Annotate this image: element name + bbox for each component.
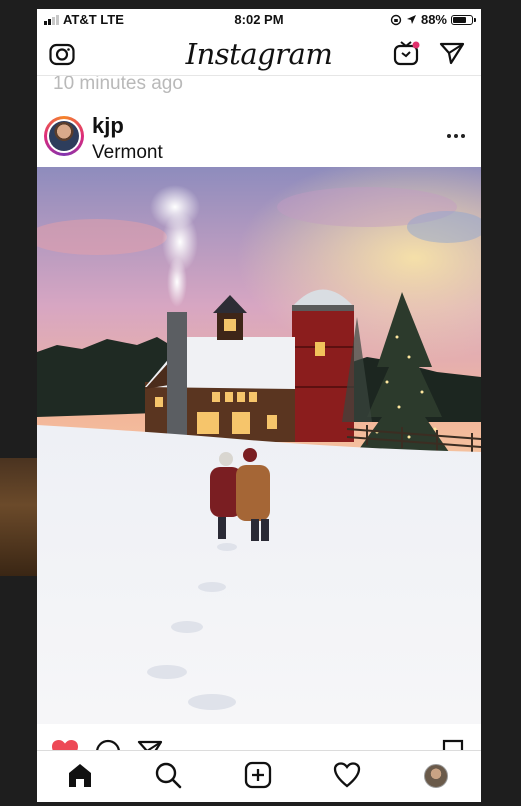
bottom-tab-bar: [37, 750, 481, 802]
post-location[interactable]: Vermont: [92, 142, 163, 164]
direct-message-icon[interactable]: [439, 41, 465, 65]
profile-tab-avatar[interactable]: [424, 764, 448, 788]
story-ring[interactable]: [44, 116, 84, 156]
background-app-edge: [0, 458, 37, 576]
search-icon[interactable]: [154, 761, 182, 789]
phone-screen: AT&T LTE 8:02 PM 88% Instagram 10 minute…: [37, 9, 481, 802]
post-header: kjp Vermont: [37, 108, 481, 166]
more-options-icon[interactable]: [447, 134, 465, 138]
status-bar: AT&T LTE 8:02 PM 88%: [37, 9, 481, 31]
post-photo[interactable]: [37, 167, 481, 724]
post-username[interactable]: kjp: [92, 113, 124, 139]
home-icon[interactable]: [66, 761, 94, 789]
igtv-icon[interactable]: [393, 39, 421, 67]
location-arrow-icon: [406, 15, 416, 24]
avatar: [49, 121, 79, 151]
battery-percent: 88%: [420, 12, 447, 27]
battery-icon: [451, 14, 476, 25]
activity-heart-icon[interactable]: [333, 761, 361, 789]
orientation-lock-icon: [390, 14, 402, 25]
status-right: 88%: [390, 12, 476, 27]
add-post-icon[interactable]: [244, 761, 272, 789]
divider: [37, 75, 481, 76]
